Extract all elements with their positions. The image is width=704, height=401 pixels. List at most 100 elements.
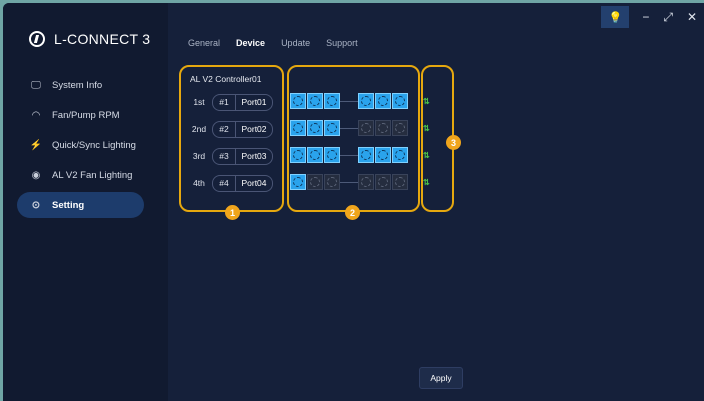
- port-selector[interactable]: #4 Port04: [212, 174, 273, 192]
- port-number: #3: [213, 148, 236, 164]
- fan-blade-icon: [378, 150, 388, 160]
- fan-active-icon[interactable]: [324, 93, 340, 109]
- fan-active-icon[interactable]: [307, 120, 323, 136]
- fan-blade-icon: [395, 96, 405, 106]
- fan-blade-icon: [327, 123, 337, 133]
- fan-blade-icon: [361, 96, 371, 106]
- sidebar: L-CONNECT 3 🖵 System Info ◠ Fan/Pump RPM…: [3, 3, 168, 401]
- fan-blade-icon: [293, 96, 303, 106]
- swap-arrows-icon[interactable]: ⇅: [423, 124, 430, 133]
- fan-link-connector: [340, 155, 358, 156]
- port-selector[interactable]: #3 Port03: [212, 147, 273, 165]
- fan-active-icon[interactable]: [290, 174, 306, 190]
- bulb-icon[interactable]: 💡: [601, 6, 630, 28]
- fan-blade-icon: [395, 177, 405, 187]
- fan-blade-icon: [361, 123, 371, 133]
- tab-support[interactable]: Support: [326, 38, 358, 48]
- fan-light-icon: ◉: [31, 169, 41, 181]
- swap-arrows-icon[interactable]: ⇅: [423, 178, 430, 187]
- port-row: 4th #4 Port04: [188, 174, 273, 192]
- port-number: #1: [213, 94, 236, 110]
- sidebar-item-al-v2-fan-lighting[interactable]: ◉ AL V2 Fan Lighting: [17, 162, 144, 188]
- fan-inactive-icon[interactable]: [392, 174, 408, 190]
- fan-order-label: 2nd: [191, 124, 207, 134]
- fan-blade-icon: [395, 123, 405, 133]
- tab-device[interactable]: Device: [236, 38, 265, 48]
- swap-arrows-icon[interactable]: ⇅: [423, 97, 430, 106]
- sidebar-item-label: Quick/Sync Lighting: [52, 139, 136, 151]
- fan-inactive-icon[interactable]: [324, 174, 340, 190]
- fan-blade-icon: [293, 177, 303, 187]
- title-bar-controls: 💡 − ⤢ ✕: [601, 3, 704, 31]
- fan-blade-icon: [395, 150, 405, 160]
- fan-blade-icon: [361, 177, 371, 187]
- fan-blade-icon: [293, 150, 303, 160]
- fan-order-label: 3rd: [192, 151, 206, 161]
- fan-blade-icon: [378, 96, 388, 106]
- port-row: 2nd #2 Port02: [188, 120, 273, 138]
- gear-icon: ⊙: [31, 199, 41, 211]
- fan-active-icon[interactable]: [290, 120, 306, 136]
- fan-link-connector: [340, 128, 358, 129]
- sidebar-item-label: AL V2 Fan Lighting: [52, 169, 133, 181]
- fan-order-label: 4th: [193, 178, 205, 188]
- port-number: #2: [213, 121, 236, 137]
- fan-inactive-icon[interactable]: [358, 120, 374, 136]
- fan-active-icon[interactable]: [392, 93, 408, 109]
- minimize-icon[interactable]: −: [642, 10, 649, 24]
- maximize-icon[interactable]: ⤢: [663, 10, 673, 25]
- fan-active-icon[interactable]: [307, 93, 323, 109]
- sidebar-item-quick-sync-lighting[interactable]: ⚡ Quick/Sync Lighting: [17, 132, 144, 158]
- fan-blade-icon: [327, 150, 337, 160]
- port-label: Port04: [241, 178, 267, 188]
- port-selector[interactable]: #1 Port01: [212, 93, 273, 111]
- port-row: 3rd #3 Port03: [188, 147, 273, 165]
- fan-blade-icon: [310, 96, 320, 106]
- fan-blade-icon: [310, 123, 320, 133]
- fan-inactive-icon[interactable]: [358, 174, 374, 190]
- controller-name: AL V2 Controller01: [190, 74, 262, 84]
- fan-active-icon[interactable]: [375, 147, 391, 163]
- fan-active-icon[interactable]: [324, 120, 340, 136]
- sidebar-item-system-info[interactable]: 🖵 System Info: [17, 72, 144, 98]
- apply-button[interactable]: Apply: [419, 367, 463, 389]
- close-icon[interactable]: ✕: [687, 10, 697, 24]
- fan-inactive-icon[interactable]: [375, 120, 391, 136]
- tab-update[interactable]: Update: [281, 38, 310, 48]
- fan-active-icon[interactable]: [358, 93, 374, 109]
- swap-arrows-icon[interactable]: ⇅: [423, 151, 430, 160]
- fan-active-icon[interactable]: [358, 147, 374, 163]
- lian-li-logo-icon: [29, 31, 45, 47]
- fan-blade-icon: [310, 150, 320, 160]
- brand: L-CONNECT 3: [29, 31, 150, 47]
- callout-badge-3: 3: [446, 135, 461, 150]
- port-selector[interactable]: #2 Port02: [212, 120, 273, 138]
- fan-active-icon[interactable]: [324, 147, 340, 163]
- fan-blade-icon: [378, 123, 388, 133]
- fan-active-icon[interactable]: [307, 147, 323, 163]
- port-row: 1st #1 Port01: [188, 93, 273, 111]
- fan-link-connector: [340, 182, 358, 183]
- fan-active-icon[interactable]: [392, 147, 408, 163]
- sidebar-item-label: Fan/Pump RPM: [52, 109, 120, 121]
- tab-general[interactable]: General: [188, 38, 220, 48]
- port-label: Port03: [241, 151, 267, 161]
- fan-active-icon[interactable]: [375, 93, 391, 109]
- app-title: L-CONNECT 3: [54, 31, 151, 47]
- fan-blade-icon: [327, 96, 337, 106]
- fan-inactive-icon[interactable]: [307, 174, 323, 190]
- fan-active-icon[interactable]: [290, 93, 306, 109]
- fan-inactive-icon[interactable]: [375, 174, 391, 190]
- monitor-icon: 🖵: [31, 79, 41, 91]
- fan-blade-icon: [293, 123, 303, 133]
- callout-badge-1: 1: [225, 205, 240, 220]
- fan-blade-icon: [327, 177, 337, 187]
- port-number: #4: [213, 175, 236, 191]
- tab-bar: General Device Update Support: [188, 38, 374, 48]
- fan-blade-icon: [310, 177, 320, 187]
- fan-active-icon[interactable]: [290, 147, 306, 163]
- fan-inactive-icon[interactable]: [392, 120, 408, 136]
- sidebar-item-setting[interactable]: ⊙ Setting: [17, 192, 144, 218]
- sidebar-item-fan-pump-rpm[interactable]: ◠ Fan/Pump RPM: [17, 102, 144, 128]
- callout-badge-2: 2: [345, 205, 360, 220]
